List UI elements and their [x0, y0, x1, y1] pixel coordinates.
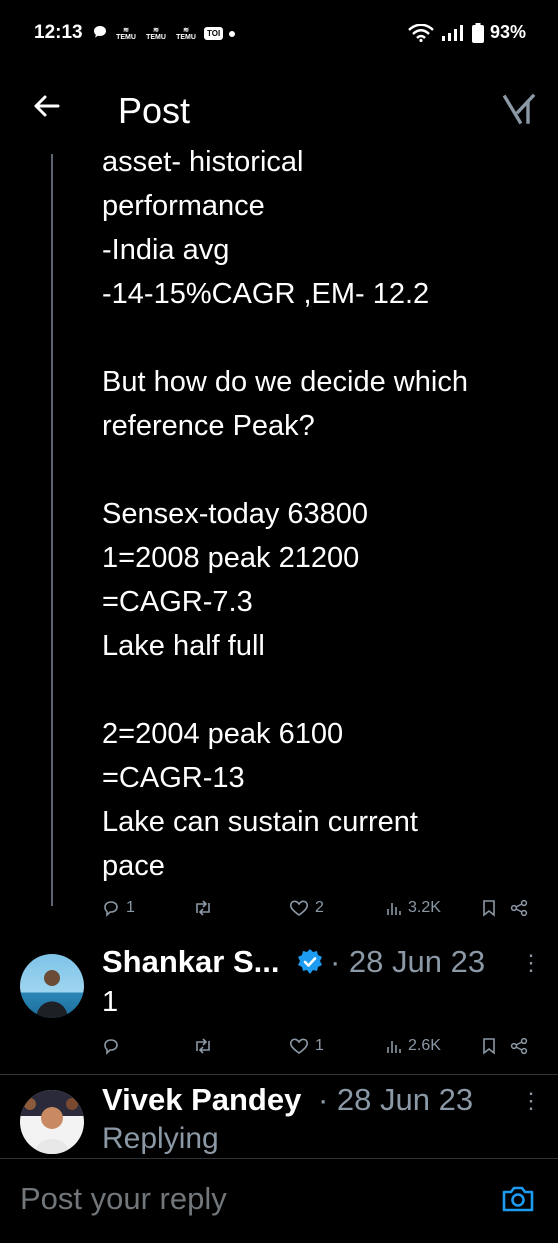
reply-input[interactable]: Post your reply [20, 1181, 227, 1217]
camera-icon[interactable] [500, 1181, 536, 1217]
reply-text: 1 [102, 986, 119, 1018]
more-options-icon[interactable]: ⋮ [520, 950, 542, 976]
grok-logo-icon[interactable] [502, 92, 536, 126]
post-body-text: asset- historical performance -India avg… [102, 146, 468, 882]
views-action[interactable]: 2.6K [386, 1037, 441, 1055]
reply-author-name[interactable]: Vivek Pandey [102, 1082, 301, 1118]
like-action[interactable]: 1 [289, 1037, 324, 1055]
temu-notification-icon: ≋ TEMU [146, 26, 166, 41]
avatar[interactable] [20, 954, 84, 1018]
gesture-bar [0, 1236, 558, 1242]
page-title: Post [118, 90, 191, 131]
system-icons: 93% [408, 22, 526, 43]
like-count: 2 [315, 899, 324, 916]
status-time: 12:13 [34, 22, 83, 43]
views-action[interactable]: 3.2K [386, 899, 441, 917]
bookmark-icon [483, 1038, 495, 1055]
more-notifications-dot [229, 30, 236, 37]
thread-connector-line [51, 154, 53, 906]
like-count: 1 [315, 1037, 324, 1054]
wifi-icon [408, 23, 434, 42]
verified-badge-icon [298, 949, 322, 974]
share-icon [510, 1037, 528, 1055]
more-options-icon[interactable]: ⋮ [520, 1088, 542, 1114]
repost-icon [196, 900, 210, 916]
reply-author-name[interactable]: Shankar S... [102, 944, 279, 980]
replying-to-label: Replying [102, 1122, 219, 1155]
heart-icon [289, 1038, 309, 1054]
reply-icon [104, 1039, 118, 1055]
share-icon [510, 899, 528, 917]
share-action[interactable] [510, 899, 528, 917]
repost-icon [196, 1038, 210, 1054]
bookmark-action[interactable] [481, 899, 497, 917]
chat-bubble-icon [92, 24, 108, 43]
reply-icon [104, 901, 118, 917]
battery-percent: 93% [489, 22, 526, 42]
reply-date: · 28 Jun 23 [318, 1082, 474, 1117]
repost-action[interactable] [193, 899, 213, 917]
share-action[interactable] [510, 1037, 528, 1055]
views-count: 2.6K [408, 1037, 441, 1054]
repost-action[interactable] [193, 1037, 213, 1055]
reply-action[interactable] [102, 1037, 120, 1055]
avatar[interactable] [20, 1090, 84, 1154]
signal-icon [441, 24, 463, 41]
back-arrow-icon[interactable] [30, 90, 62, 122]
reply-count: 1 [126, 899, 135, 916]
toi-notification-icon: TOI [204, 27, 224, 40]
notification-icons: ≋ TEMU ≋ TEMU ≋ TEMU TOI [92, 24, 236, 43]
divider [0, 1074, 558, 1075]
status-bar: 12:13 ≋ TEMU ≋ TEMU ≋ TEMU TOI 93% [0, 0, 558, 64]
reply-composer[interactable]: Post your reply [0, 1158, 558, 1243]
reply-action[interactable]: 1 [102, 899, 135, 917]
views-icon [387, 903, 401, 915]
temu-notification-icon: ≋ TEMU [116, 26, 136, 41]
bookmark-icon [483, 900, 495, 917]
bookmark-action[interactable] [481, 1037, 497, 1055]
heart-icon [289, 900, 309, 916]
views-icon [387, 1041, 401, 1053]
like-action[interactable]: 2 [289, 899, 324, 917]
battery-icon [471, 22, 484, 43]
temu-notification-icon: ≋ TEMU [176, 26, 196, 41]
reply-date: · 28 Jun 23 [330, 944, 486, 979]
views-count: 3.2K [408, 899, 441, 916]
